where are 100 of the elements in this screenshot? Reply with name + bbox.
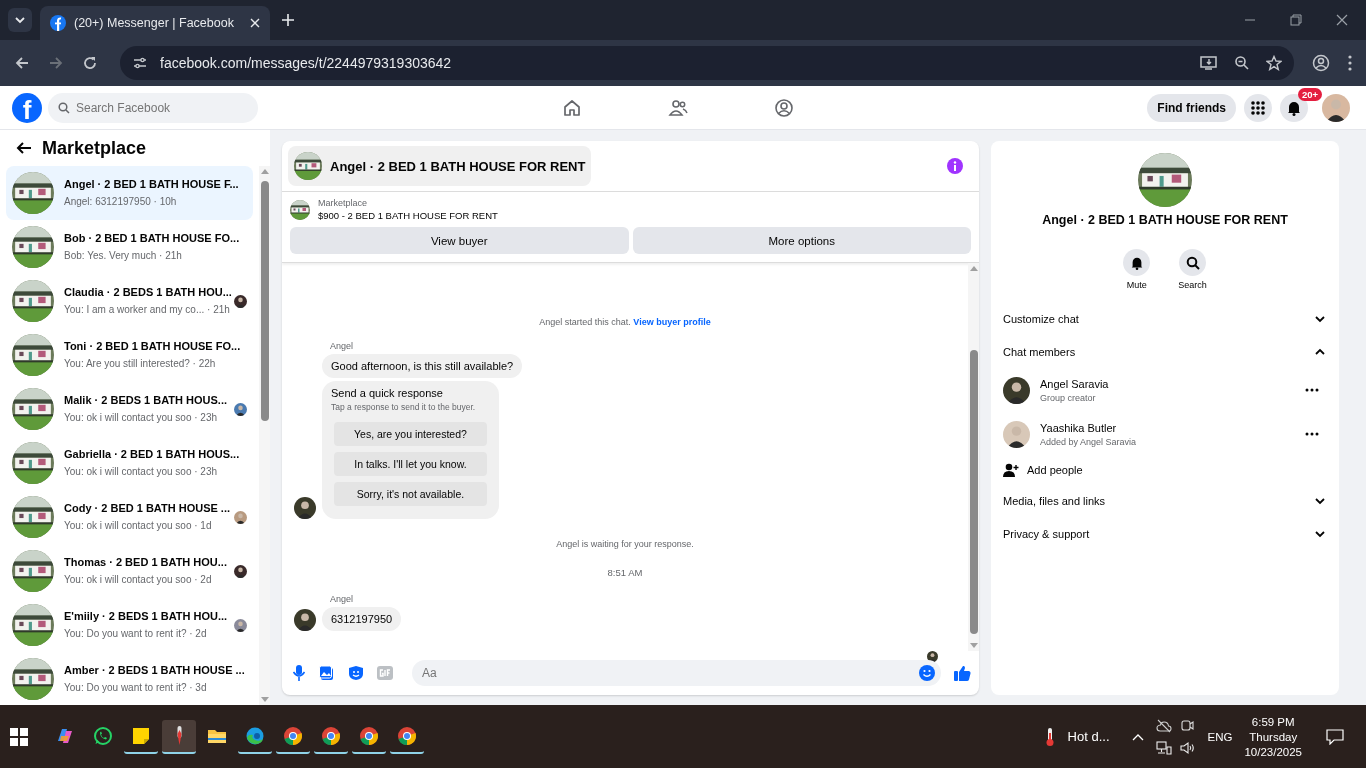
phone-chat-icon bbox=[93, 725, 113, 746]
chrome-icon bbox=[321, 725, 341, 746]
tab-list-button[interactable] bbox=[8, 8, 32, 32]
tab-title: (20+) Messenger | Facebook bbox=[74, 16, 235, 30]
star-icon[interactable] bbox=[1266, 55, 1282, 71]
section-header[interactable]: Media, files and links bbox=[1003, 484, 1327, 517]
clock[interactable]: 6:59 PM Thursday 10/23/2025 bbox=[1244, 715, 1302, 758]
add-people-button[interactable]: Add people bbox=[1003, 456, 1327, 484]
section-header[interactable]: Customize chat bbox=[1003, 302, 1327, 335]
find-friends-button[interactable]: Find friends bbox=[1147, 93, 1236, 122]
caret-up-icon[interactable] bbox=[1131, 732, 1144, 741]
sticker-icon[interactable] bbox=[348, 665, 364, 681]
thumbs-up-icon[interactable] bbox=[954, 665, 971, 681]
conversation-item[interactable]: Malik · 2 BEDS 1 BATH HOUS... You: ok i will contact you soo · 23h bbox=[6, 382, 253, 436]
scrollbar[interactable] bbox=[259, 166, 270, 705]
new-tab-icon[interactable] bbox=[282, 14, 294, 26]
listing-title: $900 - 2 BED 1 BATH HOUSE FOR RENT bbox=[318, 210, 498, 221]
chevron-down-icon bbox=[1315, 313, 1325, 324]
back-arrow-icon[interactable] bbox=[16, 140, 32, 156]
facebook-icon bbox=[50, 15, 66, 31]
user-circle-icon[interactable] bbox=[774, 97, 794, 118]
language-indicator[interactable]: ENG bbox=[1207, 730, 1233, 743]
chat-title-button[interactable]: Angel · 2 BED 1 BATH HOUSE FOR RENT bbox=[288, 146, 592, 186]
section-header[interactable]: Privacy & support bbox=[1003, 517, 1327, 550]
caret-icon bbox=[15, 15, 25, 25]
quick-reply-button[interactable]: Yes, are you interested? bbox=[334, 422, 487, 446]
conversation-item[interactable]: Thomas · 2 BED 1 BATH HOU... You: ok i will contact you soo · 2d bbox=[6, 544, 253, 598]
conversation-snippet: You: ok i will contact you soo · 1d bbox=[64, 519, 212, 533]
conversation-title: Bob · 2 BED 1 BATH HOUSE FO... bbox=[64, 231, 240, 246]
thermometer-icon[interactable] bbox=[1043, 726, 1056, 747]
chevron-up-icon bbox=[1315, 346, 1325, 357]
action-label: Mute bbox=[1126, 280, 1147, 290]
conversation-snippet: Angel: 6312197950 · 10h bbox=[64, 195, 177, 209]
people-icon[interactable] bbox=[668, 97, 688, 118]
site-settings-icon[interactable] bbox=[132, 55, 148, 71]
pin-icon bbox=[176, 726, 182, 745]
address-bar[interactable]: facebook.com/messages/t/2244979319303642 bbox=[120, 46, 1294, 80]
conversation-item[interactable]: Gabriella · 2 BED 1 BATH HOUS... You: ok i will contact you soo · 23h bbox=[6, 436, 253, 490]
weather-text[interactable]: Hot d... bbox=[1067, 729, 1110, 744]
conversation-item[interactable]: Bob · 2 BED 1 BATH HOUSE FO... Bob: Yes. Very much · 21h bbox=[6, 220, 253, 274]
install-icon[interactable] bbox=[1200, 55, 1218, 71]
conversation-item[interactable]: Claudia · 2 BEDS 1 BATH HOU... You: I am a worker and my co... · 21h bbox=[6, 274, 253, 328]
seen-avatar bbox=[234, 510, 247, 524]
clock-time: 6:59 PM bbox=[1251, 715, 1295, 728]
more-icon[interactable] bbox=[1305, 432, 1319, 436]
bell-icon bbox=[1286, 99, 1302, 116]
chevron-down-icon bbox=[1315, 528, 1325, 539]
listing-label: Marketplace bbox=[318, 198, 369, 208]
back-icon[interactable] bbox=[14, 55, 30, 71]
taskbar-app[interactable] bbox=[162, 719, 196, 754]
search-field[interactable]: Search Facebook bbox=[48, 92, 258, 123]
microphone-icon[interactable] bbox=[292, 665, 306, 681]
close-icon[interactable] bbox=[1336, 14, 1348, 26]
photo-icon[interactable] bbox=[319, 665, 335, 681]
windows-icon[interactable] bbox=[10, 727, 28, 746]
quick-reply-button[interactable]: In talks. I'll let you know. bbox=[334, 452, 487, 476]
menu-button[interactable] bbox=[1244, 93, 1272, 122]
seen-avatar bbox=[234, 618, 247, 632]
menu-icon[interactable] bbox=[1348, 55, 1352, 71]
action-label: Search bbox=[1178, 280, 1207, 290]
member-avatar bbox=[1003, 420, 1030, 448]
chrome-icon bbox=[397, 725, 417, 746]
conversation-item[interactable]: Amber · 2 BEDS 1 BATH HOUSE ... You: Do you want to rent it? · 3d bbox=[6, 652, 253, 705]
network-icon[interactable] bbox=[1155, 740, 1172, 755]
info-icon[interactable] bbox=[947, 158, 963, 174]
search-icon bbox=[58, 101, 70, 114]
quick-reply-button[interactable]: Sorry, it's not available. bbox=[334, 482, 487, 506]
conversation-item[interactable]: E'miily · 2 BEDS 1 BATH HOU... You: Do you want to rent it? · 2d bbox=[6, 598, 253, 652]
conversation-item[interactable]: Cody · 2 BED 1 BATH HOUSE ... You: ok i will contact you soo · 1d bbox=[6, 490, 253, 544]
conversation-item[interactable]: Toni · 2 BED 1 BATH HOUSE FO... You: Are you still interested? · 22h bbox=[6, 328, 253, 382]
forward-icon[interactable] bbox=[48, 55, 64, 71]
view-buyer-button[interactable]: View buyer bbox=[290, 227, 629, 254]
home-icon[interactable] bbox=[562, 97, 582, 118]
view-buyer-profile-link[interactable]: View buyer profile bbox=[633, 317, 711, 327]
sender-name: Angel bbox=[330, 594, 355, 604]
conversation-snippet: You: ok i will contact you soo · 23h bbox=[64, 465, 218, 479]
notification-center-icon[interactable] bbox=[1326, 728, 1344, 745]
grid-icon bbox=[1250, 99, 1266, 116]
conversation-item[interactable]: Angel · 2 BED 1 BATH HOUSE F... Angel: 6312197950 · 10h bbox=[6, 166, 253, 220]
status-notice: Angel is waiting for your response. bbox=[556, 539, 694, 549]
emoji-icon[interactable] bbox=[919, 665, 935, 681]
more-icon[interactable] bbox=[1305, 388, 1319, 392]
cloud-off-icon[interactable] bbox=[1155, 718, 1172, 733]
profile-icon[interactable] bbox=[1312, 54, 1330, 72]
facebook-logo[interactable]: f bbox=[12, 92, 42, 123]
scrollbar[interactable] bbox=[968, 263, 979, 651]
reload-icon[interactable] bbox=[82, 55, 98, 71]
more-options-button[interactable]: More options bbox=[632, 227, 971, 254]
volume-icon[interactable] bbox=[1179, 740, 1196, 755]
message-field[interactable]: Aa bbox=[412, 660, 941, 686]
search-button[interactable] bbox=[1179, 249, 1206, 276]
conversation-title: Malik · 2 BEDS 1 BATH HOUS... bbox=[64, 393, 227, 408]
conversation-title: Gabriella · 2 BED 1 BATH HOUS... bbox=[64, 447, 240, 462]
camera-icon[interactable] bbox=[1179, 718, 1194, 733]
restore-icon[interactable] bbox=[1290, 14, 1302, 26]
mute-button[interactable] bbox=[1123, 249, 1151, 276]
zoom-icon[interactable] bbox=[1234, 55, 1250, 71]
conversation-snippet: You: Do you want to rent it? · 3d bbox=[64, 681, 207, 695]
section-header[interactable]: Chat members bbox=[1003, 335, 1327, 368]
browser-tab[interactable]: (20+) Messenger | Facebook bbox=[40, 6, 270, 40]
